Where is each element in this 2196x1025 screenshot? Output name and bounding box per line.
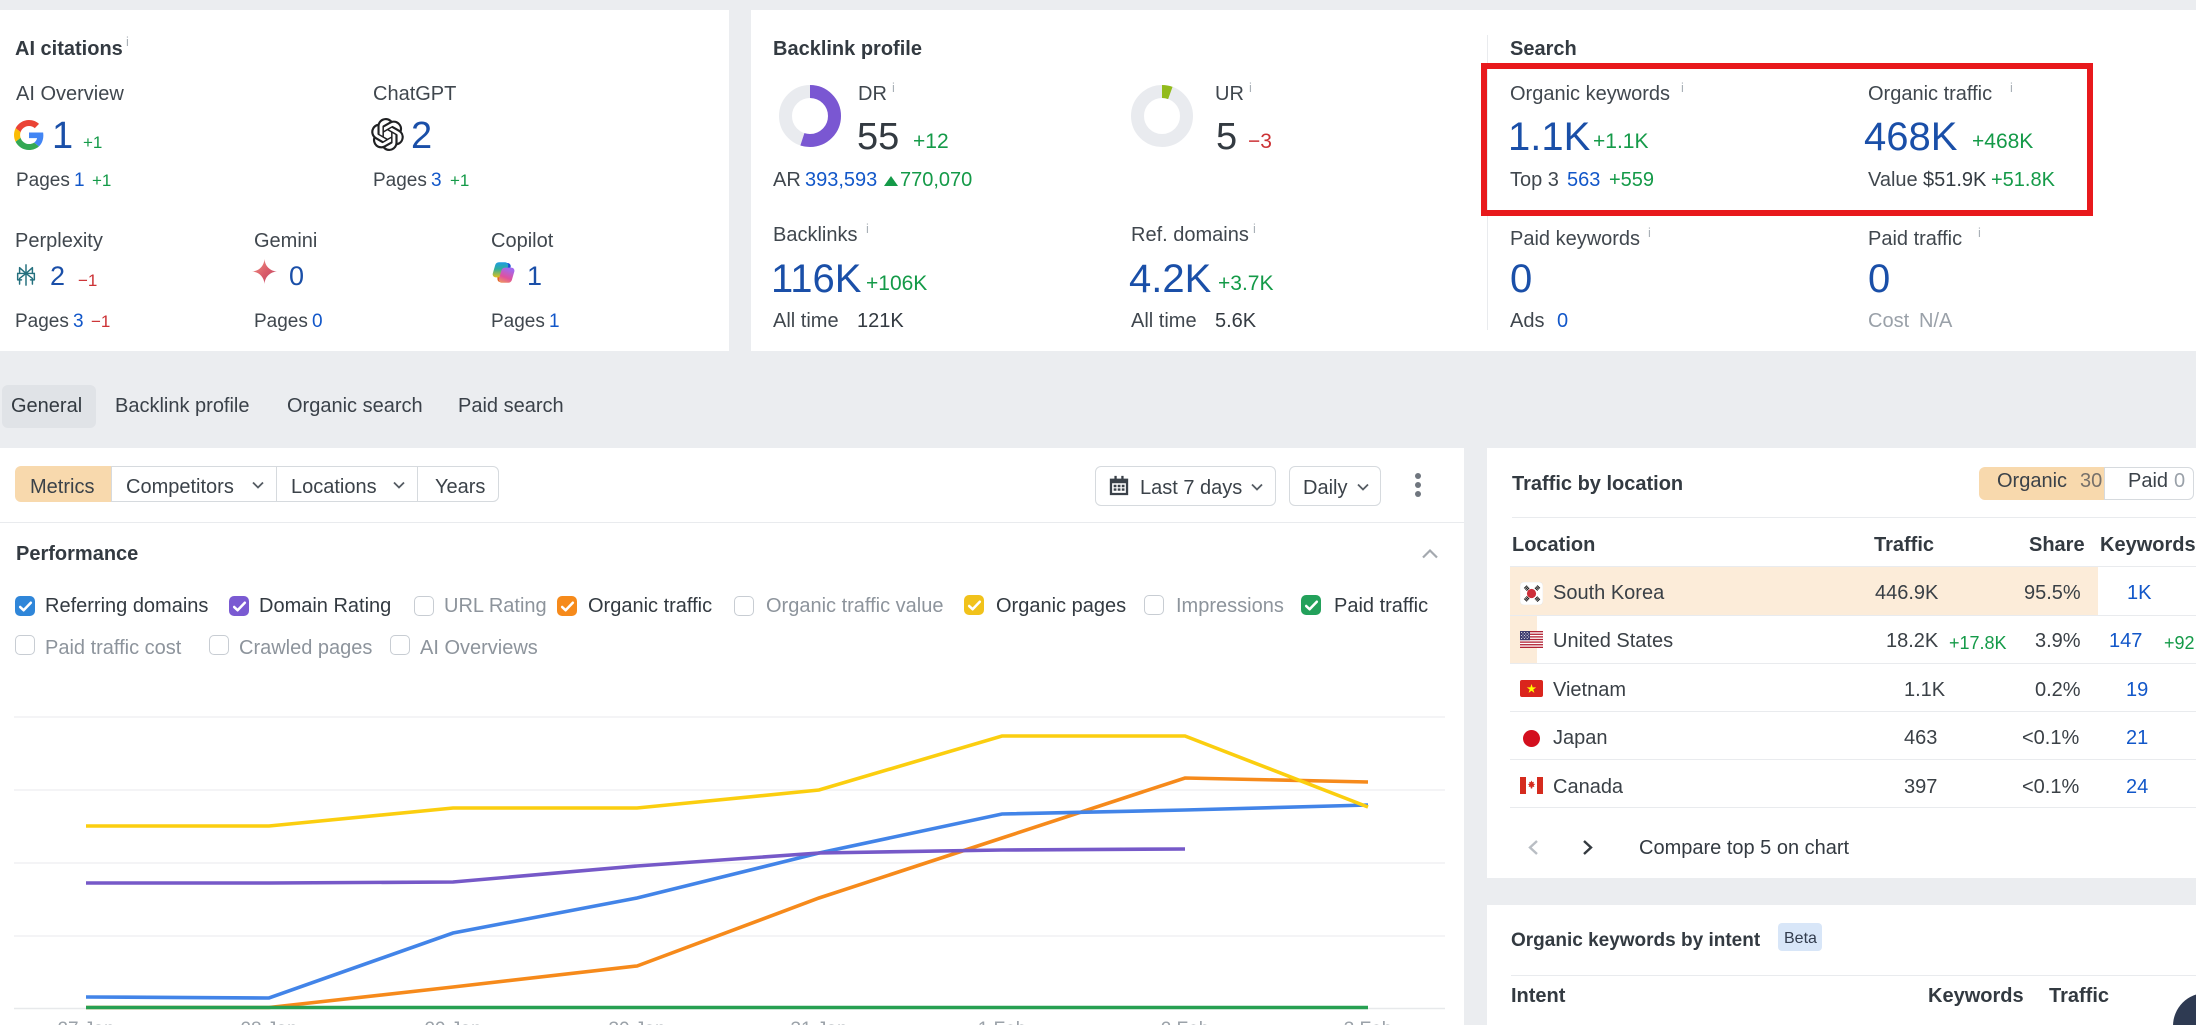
svg-text:31 Jan: 31 Jan	[790, 1019, 847, 1025]
svg-text:2 Feb: 2 Feb	[1161, 1019, 1210, 1025]
svg-text:3 Feb: 3 Feb	[1344, 1019, 1393, 1025]
svg-text:1 Feb: 1 Feb	[978, 1019, 1027, 1025]
svg-text:29 Jan: 29 Jan	[424, 1019, 481, 1025]
svg-text:28 Jan: 28 Jan	[240, 1019, 297, 1025]
svg-text:30 Jan: 30 Jan	[608, 1019, 665, 1025]
svg-text:27 Jan: 27 Jan	[57, 1019, 114, 1025]
